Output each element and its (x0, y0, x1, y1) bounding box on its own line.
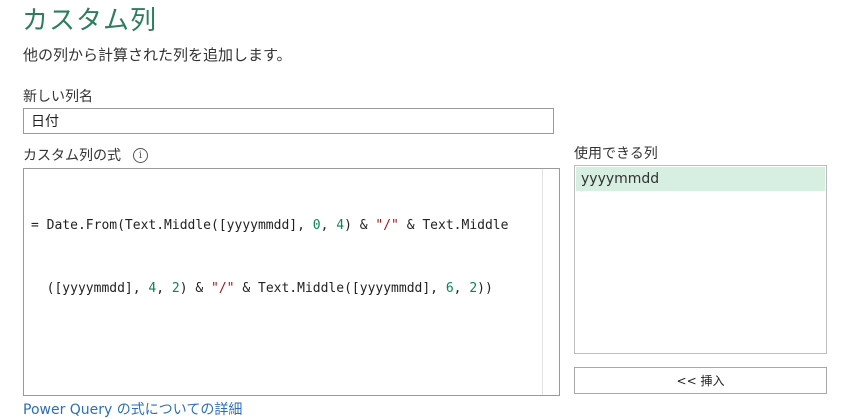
help-link[interactable]: Power Query の式についての詳細 (23, 399, 242, 419)
insert-button[interactable]: << 挿入 (574, 367, 827, 394)
formula-label: カスタム列の式 (23, 148, 121, 164)
available-columns-label: 使用できる列 (574, 146, 658, 162)
new-column-name-label: 新しい列名 (23, 89, 93, 105)
formula-editor[interactable]: = Date.From(Text.Middle([yyyymmdd], 0, 4… (23, 168, 560, 396)
formula-line-1: = Date.From(Text.Middle([yyyymmdd], 0, 4… (31, 218, 509, 233)
formula-label-row: カスタム列の式 i (23, 145, 148, 165)
available-column-item[interactable]: yyyymmdd (576, 167, 825, 191)
dialog-title: カスタム列 (22, 6, 158, 36)
dialog-subtitle: 他の列から計算された列を追加します。 (23, 46, 292, 64)
formula-code[interactable]: = Date.From(Text.Middle([yyyymmdd], 0, 4… (31, 173, 533, 341)
formula-editor-scrollbar[interactable] (542, 169, 559, 395)
new-column-name-input[interactable] (23, 108, 554, 134)
available-columns-list[interactable]: yyyymmdd (574, 165, 827, 354)
info-icon[interactable]: i (133, 147, 148, 163)
formula-line-2: ([yyyymmdd], 4, 2) & "/" & Text.Middle([… (31, 281, 493, 296)
